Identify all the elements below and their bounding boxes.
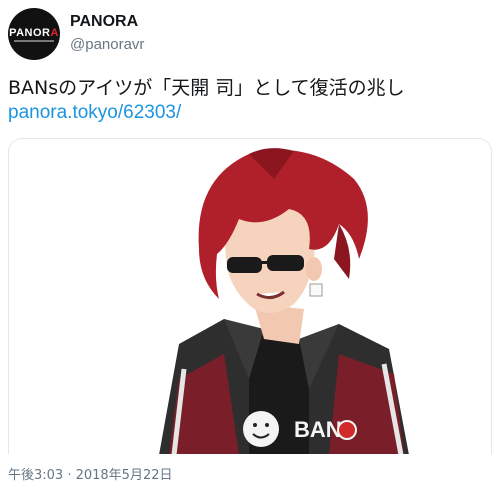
jacket-logo: BAN [294,417,342,442]
tweet-media[interactable]: BAN [8,138,492,454]
avatar-logo: PANORA [9,27,59,39]
display-name[interactable]: PANORA [70,13,138,31]
tweet-timestamp[interactable]: 午後3:03 · 2018年5月22日 [8,464,173,483]
tweet-link[interactable]: panora.tokyo/62303/ [8,102,181,124]
tweet-text: BANsのアイツが「天開 司」として復活の兆し [8,77,405,99]
account-handle[interactable]: @panoravr [70,36,144,53]
avatar-logo-underline [14,40,54,42]
avatar[interactable]: PANORA [8,8,60,60]
anime-character-illustration: BAN [159,148,409,454]
tweet-header: PANORA PANORA @panoravr [8,8,492,60]
